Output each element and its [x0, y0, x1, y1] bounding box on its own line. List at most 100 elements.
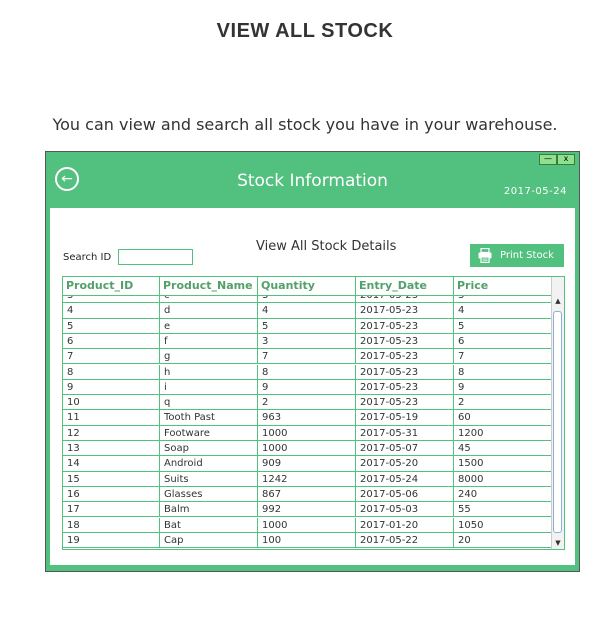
table-cell[interactable]: 18 — [63, 517, 160, 533]
table-cell[interactable]: h — [160, 364, 258, 380]
table-cell[interactable]: 2 — [258, 395, 356, 411]
table-cell[interactable]: 2017-01-20 — [356, 517, 454, 533]
table-cell[interactable]: 1242 — [258, 471, 356, 487]
table-cell[interactable]: 45 — [454, 441, 552, 456]
table-row[interactable]: 14 Android 909 2017-05-20 1500 — [63, 456, 552, 472]
table-cell[interactable]: 2017-05-23 — [356, 364, 454, 380]
table-cell[interactable]: 17 — [63, 502, 160, 518]
table-cell[interactable]: 2017-05-22 — [356, 532, 454, 548]
table-cell[interactable]: 963 — [258, 410, 356, 426]
table-cell[interactable]: 2017-05-06 — [356, 486, 454, 502]
table-cell[interactable]: 1000 — [258, 517, 356, 533]
column-header-price[interactable]: Price — [454, 277, 552, 295]
table-cell[interactable]: 11 — [63, 410, 160, 426]
table-cell[interactable]: 8000 — [454, 471, 552, 487]
table-cell[interactable]: Balm — [160, 502, 258, 518]
table-row[interactable]: 4 d 4 2017-05-23 4 — [63, 303, 552, 319]
table-cell[interactable]: i — [160, 379, 258, 395]
table-cell[interactable]: 2017-05-23 — [356, 333, 454, 349]
table-cell[interactable]: 8 — [258, 364, 356, 380]
table-cell[interactable]: g — [160, 349, 258, 365]
table-cell[interactable]: Glasses — [160, 486, 258, 502]
table-cell[interactable]: 3 — [454, 296, 552, 303]
table-cell[interactable]: 2017-05-23 — [356, 303, 454, 319]
table-cell[interactable]: 19 — [63, 532, 160, 548]
table-cell[interactable]: d — [160, 303, 258, 319]
table-cell[interactable]: Footware — [160, 425, 258, 441]
print-stock-button[interactable]: Print Stock — [470, 244, 564, 267]
vertical-scrollbar[interactable]: ▲ ▼ — [551, 295, 564, 549]
table-cell[interactable]: 2017-05-20 — [356, 456, 454, 472]
table-row[interactable]: 3c32017-05-233 — [63, 296, 552, 304]
table-cell[interactable]: 2017-05-23 — [356, 395, 454, 411]
table-cell[interactable]: 7 — [454, 349, 552, 365]
table-row[interactable]: 9 i 9 2017-05-23 9 — [63, 379, 552, 396]
table-cell[interactable]: 909 — [258, 456, 356, 472]
table-cell[interactable]: f — [160, 333, 258, 349]
table-cell[interactable]: 3 — [258, 333, 356, 349]
table-row[interactable]: 13 Soap 1000 2017-05-07 45 — [63, 441, 552, 457]
table-cell[interactable]: 5 — [258, 318, 356, 334]
table-cell[interactable]: 1000 — [258, 425, 356, 441]
table-cell[interactable]: 9 — [258, 379, 356, 395]
table-cell[interactable]: 16 — [63, 486, 160, 502]
table-cell[interactable]: 2017-05-19 — [356, 410, 454, 426]
table-row[interactable]: 18 Bat 1000 2017-01-20 1050 — [63, 517, 552, 533]
table-cell[interactable]: 2017-05-23 — [356, 349, 454, 365]
table-cell[interactable]: q — [160, 395, 258, 411]
table-cell[interactable]: 1500 — [454, 456, 552, 472]
table-cell[interactable]: 7 — [258, 349, 356, 365]
table-cell[interactable]: 4 — [258, 303, 356, 319]
table-row[interactable]: 16 Glasses 867 2017-05-06 240 — [63, 486, 552, 503]
table-cell[interactable]: 2017-05-24 — [356, 471, 454, 487]
table-row[interactable]: 10 q 2 2017-05-23 2 — [63, 395, 552, 411]
table-cell[interactable]: Bat — [160, 517, 258, 533]
table-row[interactable]: 5 e 5 2017-05-23 5 — [63, 318, 552, 334]
minimize-button[interactable]: — — [539, 154, 557, 165]
table-cell[interactable]: 12 — [63, 425, 160, 441]
table-cell[interactable]: 2 — [454, 395, 552, 411]
table-cell[interactable]: Android — [160, 456, 258, 472]
table-cell[interactable]: 1050 — [454, 517, 552, 533]
table-cell[interactable]: 2017-05-23 — [356, 296, 454, 303]
table-row[interactable]: 6 f 3 2017-05-23 6 — [63, 333, 552, 350]
column-header-entry-date[interactable]: Entry_Date — [356, 277, 454, 295]
table-cell[interactable]: 4 — [63, 303, 160, 319]
table-cell[interactable]: 2017-05-07 — [356, 441, 454, 456]
table-cell[interactable]: 992 — [258, 502, 356, 518]
column-header-quantity[interactable]: Quantity — [258, 277, 356, 295]
table-cell[interactable]: 3 — [63, 296, 160, 303]
table-cell[interactable]: 7 — [63, 349, 160, 365]
table-cell[interactable]: 1200 — [454, 425, 552, 441]
table-cell[interactable]: 240 — [454, 486, 552, 502]
table-cell[interactable]: 14 — [63, 456, 160, 472]
table-cell[interactable]: 13 — [63, 441, 160, 456]
scroll-up-arrow-icon[interactable]: ▲ — [552, 295, 564, 307]
table-cell[interactable]: 55 — [454, 502, 552, 518]
table-cell[interactable]: 8 — [63, 364, 160, 380]
table-cell[interactable]: 5 — [63, 318, 160, 334]
table-row[interactable]: 8 h 8 2017-05-23 8 — [63, 364, 552, 380]
table-cell[interactable]: 1000 — [258, 441, 356, 456]
table-cell[interactable]: 9 — [63, 379, 160, 395]
column-header-product-name[interactable]: Product_Name — [160, 277, 258, 295]
table-row[interactable]: 17 Balm 992 2017-05-03 55 — [63, 502, 552, 518]
table-row[interactable]: 15 Suits 1242 2017-05-24 8000 — [63, 471, 552, 487]
table-cell[interactable]: 867 — [258, 486, 356, 502]
table-cell[interactable]: 15 — [63, 471, 160, 487]
close-button[interactable]: x — [557, 154, 575, 165]
table-cell[interactable]: 5 — [454, 318, 552, 334]
table-cell[interactable]: 4 — [454, 303, 552, 319]
table-row[interactable]: 12 Footware 1000 2017-05-31 1200 — [63, 425, 552, 441]
table-row[interactable]: 11 Tooth Past 963 2017-05-19 60 — [63, 410, 552, 426]
scroll-down-arrow-icon[interactable]: ▼ — [552, 537, 564, 549]
table-cell[interactable]: e — [160, 318, 258, 334]
table-cell[interactable]: 2017-05-23 — [356, 379, 454, 395]
search-id-input[interactable] — [118, 249, 193, 265]
table-cell[interactable]: 3 — [258, 296, 356, 303]
table-cell[interactable]: 60 — [454, 410, 552, 426]
table-cell[interactable]: 8 — [454, 364, 552, 380]
table-cell[interactable]: Suits — [160, 471, 258, 487]
table-cell[interactable]: 10 — [63, 395, 160, 411]
table-cell[interactable]: 100 — [258, 532, 356, 548]
